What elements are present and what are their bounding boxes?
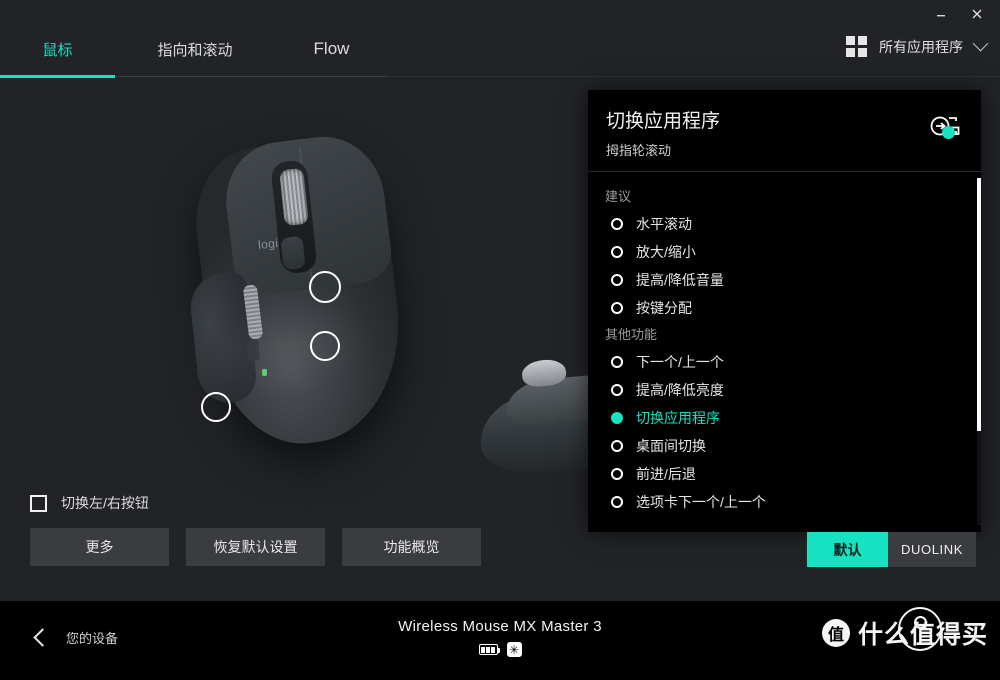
panel-header: 切换应用程序 拇指轮滚动 (588, 90, 981, 171)
app-switch-icon (929, 110, 967, 140)
tab-point-and-scroll-label: 指向和滚动 (157, 41, 233, 59)
watermark-ring-dot (914, 616, 927, 629)
option-label: 按键分配 (636, 300, 692, 316)
option-label: 选项卡下一个/上一个 (636, 494, 766, 510)
toggle-default[interactable]: 默认 (807, 532, 888, 567)
option-label: 提高/降低音量 (636, 272, 724, 288)
watermark-ring (898, 607, 942, 651)
hotspot-mode-shift-button[interactable] (310, 331, 340, 361)
radio-icon (611, 302, 623, 314)
radio-icon (611, 384, 623, 396)
option-label: 下一个/上一个 (636, 354, 724, 370)
group-label-suggestions: 建议 (605, 189, 632, 204)
radio-icon (611, 246, 623, 258)
option-label: 前进/后退 (636, 466, 696, 482)
feature-overview-button-label: 功能概览 (383, 539, 440, 555)
device-status-icons: ✳ (478, 642, 522, 657)
bottom-bar: 您的设备 Wireless Mouse MX Master 3 ✳ 值 什么值得… (0, 601, 1000, 680)
panel-title: 切换应用程序 (606, 111, 721, 132)
tab-flow[interactable]: Flow (275, 24, 388, 74)
panel-subtitle: 拇指轮滚动 (606, 143, 672, 158)
swap-buttons-checkbox[interactable] (30, 494, 47, 512)
option-label: 桌面间切换 (636, 438, 706, 454)
option-next-previous[interactable]: 下一个/上一个 (588, 348, 981, 376)
more-button[interactable]: 更多 (30, 528, 169, 566)
action-button-row: 更多 恢复默认设置 功能概览 (30, 528, 481, 566)
option-label: 放大/缩小 (636, 244, 696, 260)
option-forward-back[interactable]: 前进/后退 (588, 460, 981, 488)
chevron-down-icon (972, 35, 989, 52)
mode-shift-button[interactable] (280, 235, 306, 271)
watermark-badge: 值 (821, 619, 850, 647)
tab-bar: 鼠标 指向和滚动 Flow 所有应用程序 (0, 24, 1000, 78)
battery-icon (478, 644, 500, 655)
option-keystroke-assignment[interactable]: 按键分配 (588, 294, 981, 322)
logi-logo: logi (257, 235, 279, 253)
option-label: 切换应用程序 (636, 410, 720, 426)
action-assignment-panel: 切换应用程序 拇指轮滚动 建议 水平滚动 放大/缩小 提高/降低音量 按键分配 … (588, 90, 981, 532)
radio-icon-selected (611, 412, 623, 424)
tab-list: 鼠标 指向和滚动 Flow (0, 24, 388, 74)
option-zoom[interactable]: 放大/缩小 (588, 238, 981, 266)
minimize-button[interactable] (926, 2, 956, 26)
radio-icon (611, 440, 623, 452)
profile-toggle-group: 默认 DUOLINK (807, 532, 976, 567)
tab-point-and-scroll[interactable]: 指向和滚动 (115, 24, 275, 74)
option-switch-application[interactable]: 切换应用程序 (588, 404, 981, 432)
unifying-icon: ✳ (506, 642, 522, 657)
action-list[interactable]: 建议 水平滚动 放大/缩小 提高/降低音量 按键分配 其他功能 下一个/上一个 … (588, 172, 981, 532)
option-label: 水平滚动 (636, 216, 692, 232)
option-brightness[interactable]: 提高/降低亮度 (588, 376, 981, 404)
watermark: 值 什么值得买 (821, 607, 988, 651)
option-switch-desktop[interactable]: 桌面间切换 (588, 432, 981, 460)
radio-icon (611, 496, 623, 508)
all-applications-label: 所有应用程序 (879, 38, 963, 55)
toggle-duolink-label: DUOLINK (901, 542, 963, 557)
close-button[interactable] (962, 2, 992, 26)
option-horizontal-scroll[interactable]: 水平滚动 (588, 210, 981, 238)
panel-scrollbar-thumb[interactable] (977, 178, 981, 431)
hotspot-thumb-wheel[interactable] (201, 392, 231, 422)
tab-mouse[interactable]: 鼠标 (0, 24, 115, 74)
option-volume[interactable]: 提高/降低音量 (588, 266, 981, 294)
all-applications-selector[interactable]: 所有应用程序 (846, 35, 989, 57)
more-button-label: 更多 (85, 539, 114, 555)
radio-icon (611, 218, 623, 230)
swap-buttons-label: 切换左/右按钮 (61, 495, 149, 511)
tab-baseline-secondary (388, 76, 1000, 77)
tab-flow-label: Flow (313, 39, 350, 58)
logitech-options-window: 鼠标 指向和滚动 Flow 所有应用程序 logi 切换左/右按钮 更多 恢复默… (0, 0, 1000, 680)
toggle-default-label: 默认 (833, 541, 862, 558)
option-tab-next-previous[interactable]: 选项卡下一个/上一个 (588, 488, 981, 516)
radio-icon (611, 356, 623, 368)
feature-overview-button[interactable]: 功能概览 (342, 528, 481, 566)
restore-defaults-button[interactable]: 恢复默认设置 (186, 528, 325, 566)
group-label-other-functions: 其他功能 (605, 327, 658, 342)
radio-icon (611, 274, 623, 286)
notification-badge (942, 126, 955, 139)
tab-mouse-label: 鼠标 (42, 41, 73, 59)
toggle-duolink[interactable]: DUOLINK (888, 532, 976, 567)
grid-icon (846, 36, 867, 57)
device-name: Wireless Mouse MX Master 3 (398, 618, 602, 635)
option-label: 提高/降低亮度 (636, 382, 724, 398)
mouse-illustration: logi (150, 129, 470, 473)
hotspot-scroll-wheel[interactable] (309, 271, 341, 303)
tab-baseline (115, 76, 388, 77)
swap-buttons-row[interactable]: 切换左/右按钮 (30, 493, 149, 513)
restore-defaults-button-label: 恢复默认设置 (213, 539, 298, 555)
radio-icon (611, 468, 623, 480)
